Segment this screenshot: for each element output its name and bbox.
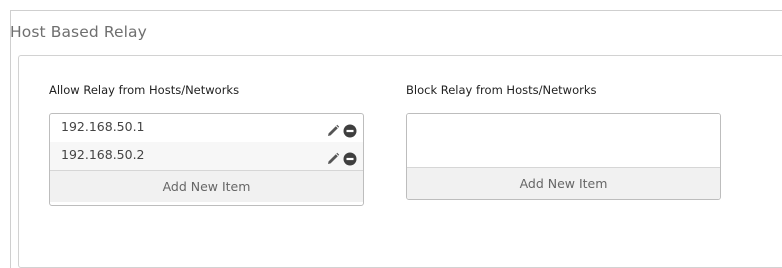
section-title: Host Based Relay xyxy=(10,23,147,41)
block-add-new-item-button[interactable]: Add New Item xyxy=(407,167,720,199)
pencil-icon[interactable] xyxy=(326,121,340,136)
allow-relay-label: Allow Relay from Hosts/Networks xyxy=(49,83,240,97)
pencil-icon[interactable] xyxy=(326,149,340,164)
minus-circle-icon[interactable] xyxy=(343,149,357,166)
host-value: 192.168.50.2 xyxy=(61,147,145,162)
list-item[interactable]: 192.168.50.1 xyxy=(50,114,363,142)
block-relay-label: Block Relay from Hosts/Networks xyxy=(406,83,597,97)
list-item[interactable]: 192.168.50.2 xyxy=(50,142,363,170)
host-value: 192.168.50.1 xyxy=(61,119,145,134)
minus-circle-icon[interactable] xyxy=(343,121,357,138)
allow-add-new-item-button[interactable]: Add New Item xyxy=(50,170,363,202)
block-relay-list: Add New Item xyxy=(406,113,721,200)
allow-relay-list: 192.168.50.1 192.168.50.2 Add New Item xyxy=(49,113,364,206)
empty-list-area xyxy=(407,114,720,167)
